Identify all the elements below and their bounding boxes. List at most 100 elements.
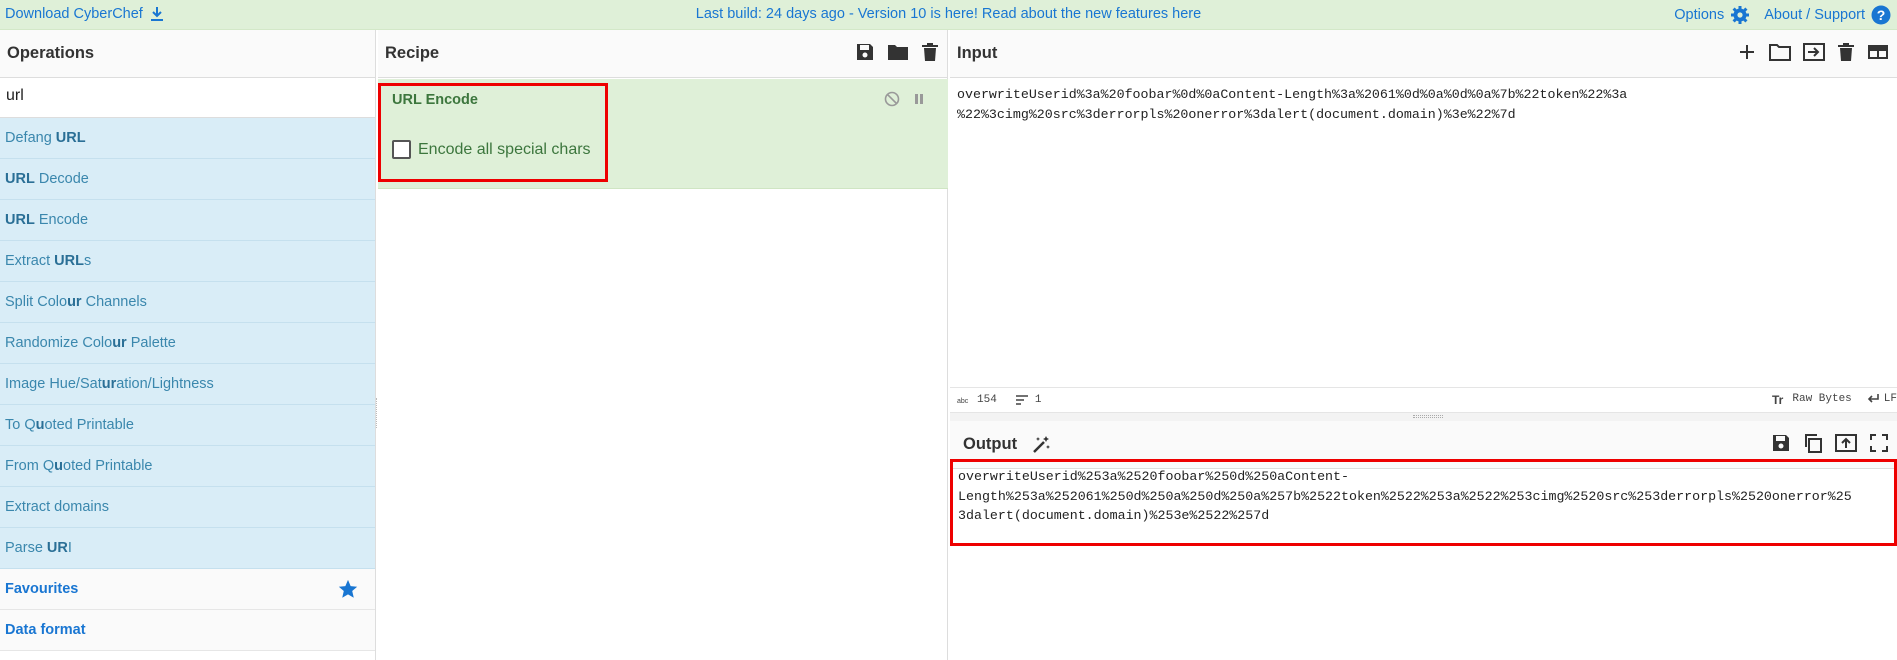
operation-item-text[interactable]: Image Hue/Sat (5, 376, 102, 392)
operation-item[interactable]: Extract domains (0, 487, 375, 528)
recipe-title: Recipe (385, 44, 440, 62)
encode-all-option[interactable]: Encode all special chars (392, 140, 591, 159)
replace-input-icon[interactable] (1835, 433, 1857, 453)
operations-pane: Operations url Defang URL URL Decode URL E… (0, 30, 376, 660)
operation-item-text[interactable]: oted Printable (63, 458, 152, 474)
operation-item[interactable]: Parse URI (0, 528, 375, 569)
operation-item-text[interactable]: From Q (5, 458, 54, 474)
help-icon[interactable]: ? (1871, 5, 1891, 25)
input-status-bar: abc 154 1 Tr Raw Bytes LF (950, 387, 1897, 413)
operation-item[interactable]: Extract URLs (0, 241, 375, 282)
operation-item-text[interactable]: Parse (5, 540, 47, 556)
svg-text:abc: abc (957, 398, 969, 405)
operation-item-text[interactable]: Palette (127, 335, 176, 351)
io-resize-handle[interactable] (950, 413, 1897, 421)
save-icon[interactable] (855, 42, 875, 62)
line-count: 1 (1015, 394, 1042, 406)
open-folder-icon[interactable] (1769, 42, 1791, 62)
top-banner: Download CyberChef Last build: 24 days a… (0, 0, 1897, 30)
operation-item-text[interactable]: ur (67, 294, 82, 310)
encode-all-checkbox[interactable] (392, 140, 411, 159)
abc-icon: abc (957, 398, 969, 405)
recipe-header: Recipe (378, 30, 947, 78)
operations-list: Defang URL URL Decode URL Encode Extract UR… (0, 118, 375, 569)
eol-selector[interactable]: LF (1866, 393, 1897, 405)
char-count-value: 154 (977, 394, 997, 406)
recipe-list: URL Encode Encode all special chars (378, 79, 948, 660)
operation-item[interactable]: Defang URL (0, 118, 375, 159)
maximise-icon[interactable] (1869, 433, 1889, 453)
input-textarea[interactable]: overwriteUserid%3a%20foobar%0d%0aContent… (950, 79, 1897, 387)
operations-header: Operations (0, 30, 375, 78)
disable-icon[interactable] (884, 91, 900, 107)
folder-icon[interactable] (887, 42, 909, 62)
save-output-icon[interactable] (1771, 433, 1791, 453)
about-button[interactable]: About / Support ? (1764, 5, 1891, 25)
open-file-icon[interactable] (1803, 42, 1825, 62)
output-textarea[interactable]: overwriteUserid%253a%2520foobar%250d%250… (950, 459, 1897, 546)
options-button[interactable]: Options (1674, 5, 1750, 25)
eol-value[interactable]: LF (1884, 393, 1897, 405)
category-favourites[interactable]: Favourites (0, 569, 375, 610)
encoding-selector[interactable]: Tr Raw Bytes (1772, 393, 1851, 405)
magic-wand-icon[interactable] (1031, 435, 1051, 455)
operation-item-text[interactable]: Randomize Colo (5, 335, 112, 351)
operation-item[interactable]: From Quoted Printable (0, 446, 375, 487)
operation-item-text[interactable]: Encode (35, 212, 88, 228)
operation-item-text[interactable]: To Q (5, 417, 36, 433)
operation-item[interactable]: Image Hue/Saturation/Lightness (0, 364, 375, 405)
star-icon[interactable] (337, 578, 359, 600)
column-resize-handle[interactable] (376, 398, 378, 428)
operation-item-text[interactable]: Split Colo (5, 294, 67, 310)
operation-item[interactable]: Split Colour Channels (0, 282, 375, 323)
input-header: Input (950, 30, 1897, 78)
encode-all-label[interactable]: Encode all special chars (418, 141, 591, 159)
operation-item-text[interactable]: URL (5, 171, 35, 187)
output-title: Output (963, 435, 1018, 453)
lines-icon (1015, 395, 1028, 405)
operation-item-text[interactable]: ur (102, 376, 117, 392)
operation-item[interactable]: URL Decode (0, 159, 375, 200)
about-label[interactable]: About / Support (1764, 7, 1865, 23)
gear-icon[interactable] (1730, 5, 1750, 25)
operation-item[interactable]: To Quoted Printable (0, 405, 375, 446)
operation-item-text[interactable]: ur (112, 335, 127, 351)
text-encoding-icon[interactable]: Tr (1772, 393, 1786, 405)
operation-item-text[interactable]: u (54, 458, 63, 474)
copy-icon[interactable] (1803, 433, 1823, 453)
operation-item-text[interactable]: oted Printable (44, 417, 133, 433)
category-data-format-label[interactable]: Data format (5, 622, 86, 638)
build-notice[interactable]: Last build: 24 days ago - Version 10 is … (0, 6, 1897, 22)
options-label[interactable]: Options (1674, 7, 1724, 23)
operation-item-text[interactable]: Channels (82, 294, 147, 310)
operations-search-input[interactable]: url (0, 78, 375, 118)
operations-title: Operations (7, 44, 95, 62)
operation-item[interactable]: URL Encode (0, 200, 375, 241)
operation-item-text[interactable]: URL (5, 212, 35, 228)
line-count-value: 1 (1034, 394, 1042, 406)
operation-item[interactable]: Randomize Colour Palette (0, 323, 375, 364)
encoding-value[interactable]: Raw Bytes (1792, 393, 1851, 405)
operation-item-text[interactable]: Extract (5, 253, 54, 269)
trash-icon[interactable] (921, 42, 939, 62)
operation-item-text[interactable]: s (84, 253, 91, 269)
category-data-format[interactable]: Data format (0, 610, 375, 651)
operation-item-text[interactable]: ation/Lightness (116, 376, 214, 392)
layout-icon[interactable] (1867, 42, 1889, 62)
clear-input-icon[interactable] (1837, 42, 1855, 62)
operation-item-text[interactable]: URL (56, 130, 86, 146)
operation-item-text[interactable]: I (68, 540, 72, 556)
recipe-operation-url-encode[interactable]: URL Encode Encode all special chars (378, 79, 948, 189)
operation-item-text[interactable]: Extract domains (5, 499, 109, 515)
return-icon[interactable] (1866, 393, 1880, 405)
svg-text:Tr: Tr (1772, 393, 1784, 405)
add-tab-icon[interactable] (1737, 42, 1757, 62)
category-favourites-label[interactable]: Favourites (5, 581, 78, 597)
io-pane: Input overwriteUserid%3a%20foobar%0d%0aC… (950, 30, 1897, 660)
operation-item-text[interactable]: Decode (35, 171, 89, 187)
recipe-pane: Recipe URL Encode Encode all special cha… (378, 30, 948, 660)
operation-item-text[interactable]: UR (47, 540, 68, 556)
pause-icon[interactable] (912, 91, 926, 107)
operation-item-text[interactable]: Defang (5, 130, 56, 146)
operation-item-text[interactable]: URL (54, 253, 84, 269)
